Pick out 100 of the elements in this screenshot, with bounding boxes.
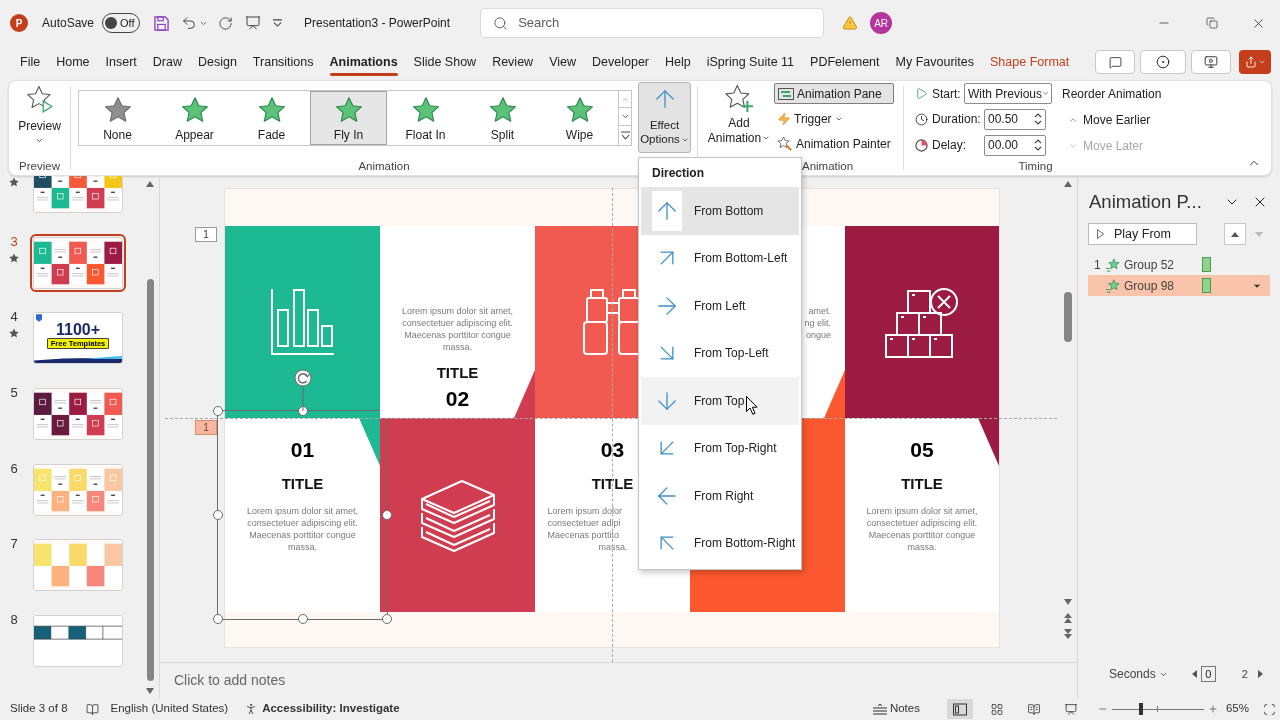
resize-handle[interactable]: [213, 510, 223, 520]
scroll-right-icon[interactable]: [1257, 670, 1263, 678]
animation-effect-button[interactable]: Split: [464, 91, 541, 145]
more-icon: [620, 131, 630, 140]
star-icon: [181, 97, 208, 122]
menu-tab[interactable]: iSpring Suite 11: [698, 47, 803, 77]
time-unit-label[interactable]: Seconds: [1109, 665, 1156, 683]
direction-option[interactable]: From Bottom-Left: [641, 234, 799, 282]
preview-button[interactable]: Preview: [16, 84, 63, 154]
animation-effect-button[interactable]: Wipe: [541, 91, 618, 145]
promo-headline: 1100+: [55, 322, 101, 338]
animation-painter-button[interactable]: Animation Painter: [774, 133, 894, 154]
book-icon[interactable]: [85, 702, 99, 716]
menu-tab[interactable]: Shape Format: [982, 47, 1078, 77]
gallery-more-button[interactable]: [619, 126, 632, 146]
move-earlier-button[interactable]: Move Earlier: [1062, 112, 1162, 128]
restore-icon: [1206, 17, 1218, 29]
trigger-button[interactable]: Trigger: [774, 108, 894, 129]
slide-number: 8: [10, 612, 18, 629]
presenter-icon[interactable]: [245, 15, 262, 31]
menu-tab[interactable]: Draw: [144, 47, 190, 77]
animation-order-tag[interactable]: 1: [195, 227, 217, 242]
fit-to-window-icon[interactable]: [1263, 702, 1276, 716]
search-field[interactable]: Search: [480, 8, 825, 38]
item-label: Group 52: [1124, 256, 1176, 274]
view-button[interactable]: [946, 699, 973, 719]
notes-button[interactable]: Notes: [869, 699, 923, 719]
scroll-left-icon[interactable]: [1191, 670, 1197, 678]
menu-tab[interactable]: My Favourites: [887, 47, 983, 77]
add-animation-button[interactable]: Add Animation: [706, 83, 772, 153]
accessibility-status[interactable]: Accessibility: Investigate: [262, 700, 400, 718]
menu-tab[interactable]: Home: [48, 47, 98, 77]
share-icon: [1244, 56, 1257, 68]
language-label[interactable]: English (United States): [110, 700, 229, 718]
menu-tab[interactable]: PDFelement: [802, 47, 888, 77]
menu-tab[interactable]: Design: [189, 47, 245, 77]
record-button[interactable]: [1140, 50, 1186, 74]
animation-order-tag[interactable]: 1: [195, 420, 217, 435]
spin-buttons-icon[interactable]: [1034, 112, 1042, 126]
direction-option[interactable]: From Bottom: [641, 187, 799, 235]
effect-options-button[interactable]: Effect Options: [638, 82, 691, 153]
menu-tab[interactable]: Transitions: [244, 47, 322, 77]
menu-tab[interactable]: Help: [657, 47, 699, 77]
zoom-slider[interactable]: [1111, 703, 1204, 715]
next-slide-icon[interactable]: [1064, 629, 1072, 639]
animation-effect-button[interactable]: None: [79, 91, 156, 145]
redo-icon[interactable]: [218, 15, 234, 31]
preview-star-icon: [26, 86, 53, 113]
customize-toolbar-icon[interactable]: [273, 19, 283, 27]
play-from-button[interactable]: Play From: [1088, 223, 1197, 245]
animation-effect-button[interactable]: Appear: [156, 91, 233, 145]
undo-icon[interactable]: [181, 15, 198, 31]
scrollbar-thumb[interactable]: [146, 279, 154, 681]
comments-button[interactable]: [1095, 50, 1135, 74]
resize-handle[interactable]: [213, 406, 223, 416]
start-select[interactable]: With Previous: [964, 83, 1052, 104]
scroll-up-icon[interactable]: [146, 181, 154, 187]
resize-handle[interactable]: [213, 614, 223, 624]
zoom-percentage[interactable]: 65%: [1225, 700, 1249, 718]
direction-option[interactable]: From Bottom-Right: [641, 519, 799, 567]
scrollbar-thumb[interactable]: [1064, 292, 1072, 342]
previous-slide-icon[interactable]: [1064, 613, 1072, 623]
resize-handle[interactable]: [382, 614, 392, 624]
direction-option[interactable]: From Left: [641, 282, 799, 330]
animation-list-item[interactable]: Group 98: [1088, 275, 1270, 296]
resize-handle[interactable]: [297, 406, 308, 416]
menu-tab[interactable]: File: [12, 47, 49, 77]
save-icon[interactable]: [154, 15, 170, 31]
menu-tab[interactable]: Slide Show: [405, 47, 485, 77]
resize-handle[interactable]: [297, 614, 308, 624]
spin-buttons-icon[interactable]: [1034, 138, 1042, 152]
step-description: amet. ng elit. ongue: [804, 305, 831, 341]
scroll-down-icon[interactable]: [146, 688, 154, 694]
rotate-handle[interactable]: [293, 369, 312, 411]
delay-field[interactable]: 00.00: [984, 134, 1046, 156]
move-up-button[interactable]: [1224, 223, 1246, 245]
menu-tab[interactable]: Developer: [584, 47, 657, 77]
notes-field[interactable]: Click to add notes: [160, 662, 1077, 698]
duration-field[interactable]: 00.50: [984, 108, 1046, 130]
animation-pane-button[interactable]: Animation Pane: [774, 83, 894, 104]
user-avatar[interactable]: AR: [870, 12, 893, 34]
menu-tab[interactable]: View: [541, 47, 584, 77]
menu-tab[interactable]: Review: [484, 47, 542, 77]
scroll-up-icon[interactable]: [1064, 181, 1072, 187]
document-title: Presentation3 - PowerPoint: [304, 15, 451, 32]
direction-option[interactable]: From Top: [641, 377, 799, 425]
direction-option[interactable]: From Top-Left: [641, 329, 799, 377]
direction-option[interactable]: From Top-Right: [641, 424, 799, 472]
animation-effect-button[interactable]: Fly In: [310, 91, 387, 145]
direction-option[interactable]: From Right: [641, 472, 799, 520]
menu-tab[interactable]: Insert: [97, 47, 145, 77]
present-button[interactable]: [1191, 50, 1231, 74]
animation-list-item[interactable]: 1 Group 52: [1088, 254, 1270, 275]
share-button[interactable]: [1239, 50, 1271, 74]
scroll-down-icon[interactable]: [1064, 599, 1072, 605]
zoom-slider-thumb[interactable]: [1139, 703, 1144, 715]
zoom-in-icon[interactable]: [1207, 704, 1218, 714]
animation-effect-button[interactable]: Fade: [233, 91, 310, 145]
animation-effect-button[interactable]: Float In: [387, 91, 464, 145]
menu-tab[interactable]: Animations: [321, 47, 406, 77]
